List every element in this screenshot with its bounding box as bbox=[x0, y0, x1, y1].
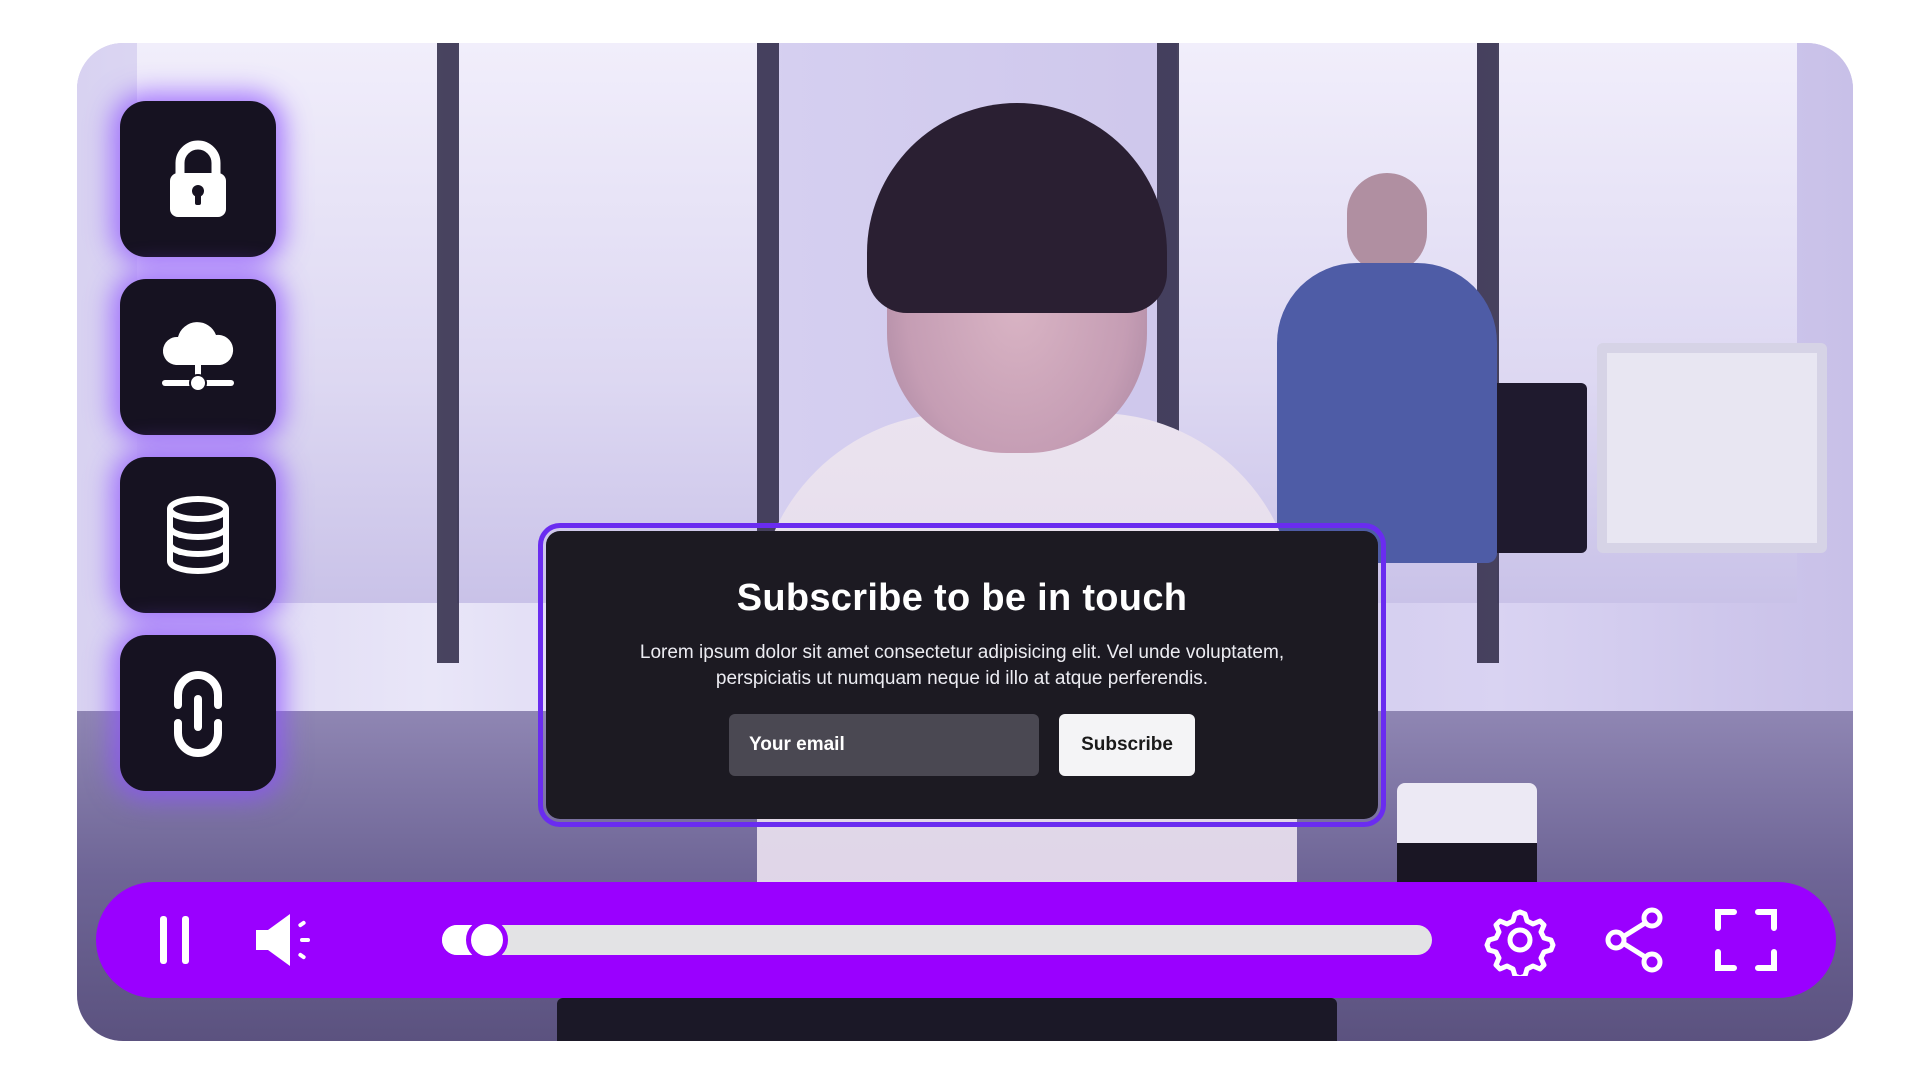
window-pane bbox=[457, 43, 757, 603]
database-button[interactable] bbox=[120, 457, 276, 613]
keyboard bbox=[557, 998, 1337, 1041]
side-icon-stack bbox=[120, 101, 276, 813]
fullscreen-button[interactable] bbox=[1706, 900, 1786, 980]
progress-bar[interactable] bbox=[442, 919, 1432, 961]
popup-description: Lorem ipsum dolor sit amet consectetur a… bbox=[602, 640, 1322, 692]
subscribe-popup: Subscribe to be in touch Lorem ipsum dol… bbox=[542, 527, 1382, 823]
cloud-network-icon bbox=[162, 322, 234, 392]
player-control-bar bbox=[96, 882, 1836, 998]
pause-button[interactable] bbox=[134, 900, 214, 980]
volume-icon bbox=[256, 914, 310, 966]
settings-button[interactable] bbox=[1480, 900, 1560, 980]
link-button[interactable] bbox=[120, 635, 276, 791]
popup-description-line: Lorem ipsum dolor sit amet consectetur a… bbox=[639, 642, 1285, 663]
person-hair bbox=[867, 103, 1167, 313]
share-icon bbox=[1605, 907, 1663, 973]
pause-icon bbox=[160, 916, 189, 964]
gear-icon bbox=[1484, 909, 1556, 976]
person-head bbox=[1347, 173, 1427, 273]
popup-description-line: perspiciatis ut numquam neque id illo at… bbox=[715, 668, 1209, 689]
progress-thumb[interactable] bbox=[466, 919, 508, 961]
main-person bbox=[717, 83, 1337, 973]
volume-button[interactable] bbox=[246, 900, 326, 980]
popup-title: Subscribe to be in touch bbox=[736, 577, 1188, 619]
video-player[interactable]: Subscribe to be in touch Lorem ipsum dol… bbox=[77, 43, 1853, 1041]
link-icon bbox=[174, 671, 222, 757]
subscribe-form: Subscribe bbox=[546, 714, 1378, 776]
window-frame bbox=[437, 43, 459, 663]
lock-icon bbox=[170, 140, 226, 217]
fullscreen-icon bbox=[1715, 909, 1777, 971]
share-button[interactable] bbox=[1594, 900, 1674, 980]
subscribe-button[interactable]: Subscribe bbox=[1059, 714, 1195, 776]
cloud-network-button[interactable] bbox=[120, 279, 276, 435]
desk-monitor bbox=[1597, 343, 1827, 553]
email-input[interactable] bbox=[729, 714, 1039, 776]
lock-button[interactable] bbox=[120, 101, 276, 257]
database-icon bbox=[167, 496, 229, 574]
